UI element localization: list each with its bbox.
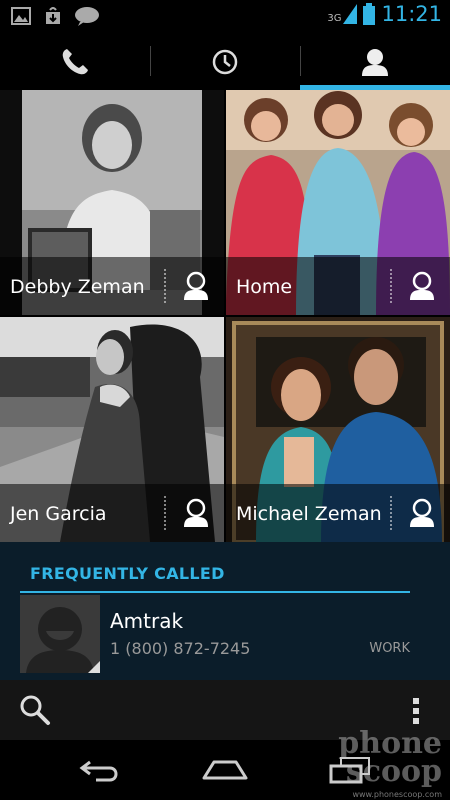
list-item[interactable]: Amtrak 1 (800) 872-7245 WORK	[20, 595, 430, 675]
signal-icon	[343, 4, 358, 24]
talk-icon	[74, 6, 100, 26]
favorite-tile[interactable]: Jen Garcia	[0, 317, 224, 542]
favorite-tile[interactable]: Home	[226, 90, 450, 315]
tab-call-log[interactable]	[150, 34, 300, 90]
person-icon	[410, 498, 434, 527]
person-icon	[184, 271, 208, 300]
gallery-icon	[10, 6, 32, 26]
section-divider	[20, 591, 410, 593]
home-button[interactable]	[195, 750, 255, 790]
tab-bar	[0, 34, 450, 90]
tab-contacts[interactable]	[300, 34, 450, 90]
home-icon	[202, 760, 248, 780]
contact-name: Jen Garcia	[10, 503, 107, 525]
tile-divider	[164, 496, 166, 530]
avatar	[20, 595, 100, 673]
signal-indicator: 3G	[327, 4, 358, 24]
tab-phone[interactable]	[0, 34, 150, 90]
watermark-line: scoop	[345, 754, 442, 789]
battery-icon	[363, 3, 376, 25]
phone-number: 1 (800) 872-7245	[110, 639, 251, 658]
quick-contact-button[interactable]	[174, 265, 218, 307]
contact-name: Debby Zeman	[10, 276, 145, 298]
network-type: 3G	[327, 13, 342, 24]
overflow-menu-icon	[413, 698, 419, 724]
number-type: WORK	[369, 641, 410, 656]
tile-divider	[390, 269, 392, 303]
contact-name: Home	[236, 276, 293, 298]
frequently-called-section: FREQUENTLY CALLED Amtrak 1 (800) 872-724…	[0, 542, 450, 680]
watermark-logo: phone scoop	[292, 729, 442, 789]
favorite-tile[interactable]: Michael Zeman	[226, 317, 450, 542]
status-clock: 11:21	[381, 2, 442, 26]
person-icon	[362, 49, 388, 76]
contact-name: Amtrak	[110, 609, 184, 633]
search-icon	[20, 695, 50, 725]
contact-name: Michael Zeman	[236, 503, 382, 525]
overflow-menu-button[interactable]	[410, 696, 422, 726]
watermark-credit: www.phonescoop.com	[352, 790, 442, 799]
quick-contact-button[interactable]	[400, 265, 444, 307]
clock-icon	[212, 49, 238, 75]
section-header: FREQUENTLY CALLED	[30, 564, 225, 583]
favorites-grid: Debby Zeman Home Jen Garcia Michael Zema…	[0, 90, 450, 542]
person-icon	[410, 271, 434, 300]
download-icon	[42, 6, 64, 26]
status-bar: 3G 11:21	[0, 0, 450, 34]
tile-divider	[390, 496, 392, 530]
quick-contact-button[interactable]	[400, 492, 444, 534]
back-icon	[79, 760, 118, 782]
quick-contact-button[interactable]	[174, 492, 218, 534]
tile-divider	[164, 269, 166, 303]
default-contact-icon	[20, 595, 100, 673]
back-button[interactable]	[70, 750, 130, 790]
search-button[interactable]	[18, 694, 54, 726]
person-icon	[184, 498, 208, 527]
favorite-tile[interactable]: Debby Zeman	[0, 90, 224, 315]
phone-icon	[62, 49, 88, 75]
